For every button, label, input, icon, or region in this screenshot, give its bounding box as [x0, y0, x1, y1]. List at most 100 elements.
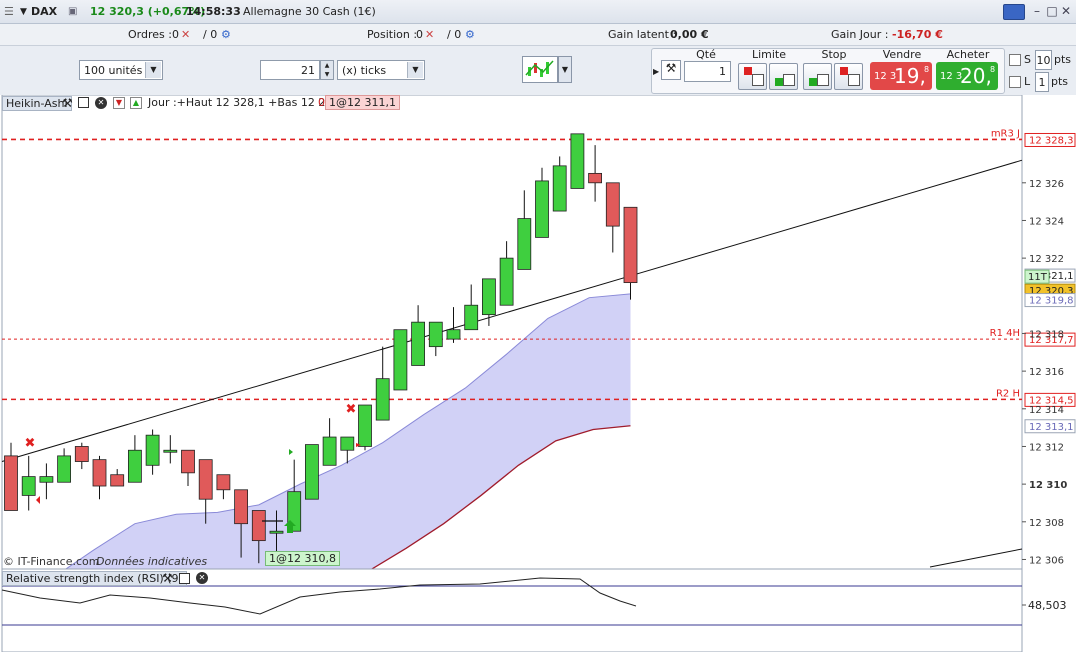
chevron-down-icon[interactable]: ▼: [407, 62, 423, 78]
candle-body: [216, 474, 231, 491]
s-input[interactable]: 10: [1035, 50, 1052, 70]
account-info-bar: Ordres : 0 ✕ / 0 ⚙ Position : 0 ✕ / 0 ⚙ …: [0, 24, 1076, 46]
copyright: © IT-Finance.com: [3, 555, 100, 568]
maximize-button[interactable]: □: [1045, 4, 1059, 18]
data-note: Données indicatives: [96, 555, 208, 568]
wrench-icon[interactable]: ⚒: [661, 60, 681, 80]
candle-body: [446, 329, 461, 340]
timer-label: 11T: [1028, 272, 1048, 283]
s-unit: pts: [1054, 53, 1072, 66]
rsi-header: Relative strength index (RSI) (9) ⚒ ✕: [0, 571, 210, 587]
buy-button[interactable]: 12 3 20, 8: [936, 62, 998, 90]
sell-price-big: 19,: [894, 64, 926, 88]
s-checkbox[interactable]: [1009, 54, 1021, 66]
instrument-name: DAX: [31, 5, 58, 18]
y-tick-label: 12 308: [1029, 518, 1064, 529]
level-label: R2 H: [996, 388, 1020, 399]
position-gear-icon[interactable]: ⚙: [465, 28, 475, 41]
l-label: L: [1024, 75, 1031, 88]
buy-label: Acheter: [946, 48, 990, 61]
ticks-value: 21: [301, 64, 315, 77]
price-chart[interactable]: mR3 J12 328,3R1 4H12 317,7R2 H12 314,5✖✖…: [0, 95, 1076, 652]
arrow-down-icon[interactable]: ▼: [113, 97, 125, 109]
buy-price-big: 20,: [960, 64, 992, 88]
y-tick-label: 12 316: [1029, 367, 1064, 378]
chart-type-dropdown[interactable]: ▼: [558, 56, 572, 83]
rsi-window-icon[interactable]: [179, 573, 190, 584]
y-tick-label: 12 318: [1029, 329, 1064, 340]
candle-body: [340, 436, 355, 451]
candle-body: [251, 510, 266, 542]
rsi-close-icon[interactable]: ✕: [196, 572, 208, 584]
ticks-unit-value: (x) ticks: [342, 64, 387, 77]
orders-label: Ordres :: [128, 28, 172, 41]
ticks-input[interactable]: 21: [260, 60, 320, 80]
l-checkbox[interactable]: [1009, 76, 1021, 88]
window-icon[interactable]: [78, 97, 89, 108]
qty-label: Qté: [696, 48, 716, 61]
position-total: / 0: [447, 28, 462, 41]
dropdown-icon[interactable]: ▼: [20, 7, 27, 17]
stop-label: Stop: [821, 48, 847, 61]
rsi-value: 48,503: [1028, 599, 1067, 612]
l-value: 1: [1038, 76, 1046, 89]
gain-latent-label: Gain latent :: [608, 28, 677, 41]
close-icon[interactable]: ✕: [95, 97, 107, 109]
keyboard-icon[interactable]: [1003, 4, 1025, 20]
s-value: 10: [1036, 54, 1051, 67]
clock-time: 14:58:33: [186, 5, 241, 18]
minimize-button[interactable]: –: [1030, 4, 1044, 18]
candle-body: [464, 304, 479, 331]
rsi-wrench-icon[interactable]: ⚒: [162, 571, 173, 585]
menu-icon[interactable]: ☰: [4, 5, 14, 18]
candle-body: [110, 474, 125, 487]
buy-price-sup: 8: [990, 65, 996, 74]
collapse-icon[interactable]: ▶: [653, 67, 659, 76]
y-tick-label: 12 312: [1029, 442, 1064, 453]
sell-label: Vendre: [882, 48, 922, 61]
units-value: 100 unités: [84, 64, 143, 77]
limit-label: Limite: [751, 48, 787, 61]
position-value: 0: [416, 28, 423, 41]
cancel-orders-icon[interactable]: ✕: [181, 28, 190, 41]
orders-value: 0: [172, 28, 179, 41]
candle-body: [145, 434, 160, 466]
arrow-up-icon[interactable]: ▲: [130, 97, 142, 109]
candle-body: [322, 436, 337, 466]
candle-body: [198, 459, 213, 500]
candle-body: [428, 321, 443, 348]
close-button[interactable]: ✕: [1059, 4, 1073, 18]
y-tick-label: 12 306: [1029, 555, 1064, 566]
chart-type-icon[interactable]: [522, 56, 558, 83]
candle-body: [163, 449, 178, 453]
wrench-icon[interactable]: ⚒: [62, 96, 73, 110]
stop-sell-button[interactable]: [803, 63, 832, 90]
title-bar: ☰ ▼ DAX ▣ 12 320,3 (+0,67%) 14:58:33 All…: [0, 0, 1076, 24]
price-label: 12 319,8: [1029, 296, 1074, 307]
candle-body: [605, 182, 620, 227]
candle-body: [393, 329, 408, 391]
candle-body: [39, 476, 54, 483]
gear-icon[interactable]: ⚙: [221, 28, 231, 41]
limit-buy-button[interactable]: [769, 63, 798, 90]
level-price: 12 328,3: [1029, 135, 1074, 146]
close-position-icon[interactable]: ✕: [425, 28, 434, 41]
units-select[interactable]: 100 unités ▼: [79, 60, 163, 80]
limit-sell-button[interactable]: [738, 63, 767, 90]
candle-body: [570, 133, 585, 189]
notepad-icon[interactable]: ▣: [68, 6, 77, 17]
price-label: 12 313,1: [1029, 422, 1074, 433]
candle-body: [74, 446, 89, 462]
y-tick-label: 12 322: [1029, 254, 1064, 265]
chevron-down-icon[interactable]: ▼: [145, 62, 161, 78]
l-input[interactable]: 1: [1035, 72, 1049, 92]
candle-body: [481, 278, 496, 316]
qty-value: 1: [719, 65, 726, 78]
ticks-stepper[interactable]: ▲ ▼: [320, 60, 334, 80]
qty-input[interactable]: 1: [684, 61, 731, 82]
ticks-unit-select[interactable]: (x) ticks ▼: [337, 60, 425, 80]
candle-body: [517, 218, 532, 270]
order-label: 1@12 311,1: [325, 95, 400, 110]
stop-buy-button[interactable]: [834, 63, 863, 90]
sell-button[interactable]: 12 3 19, 8: [870, 62, 932, 90]
